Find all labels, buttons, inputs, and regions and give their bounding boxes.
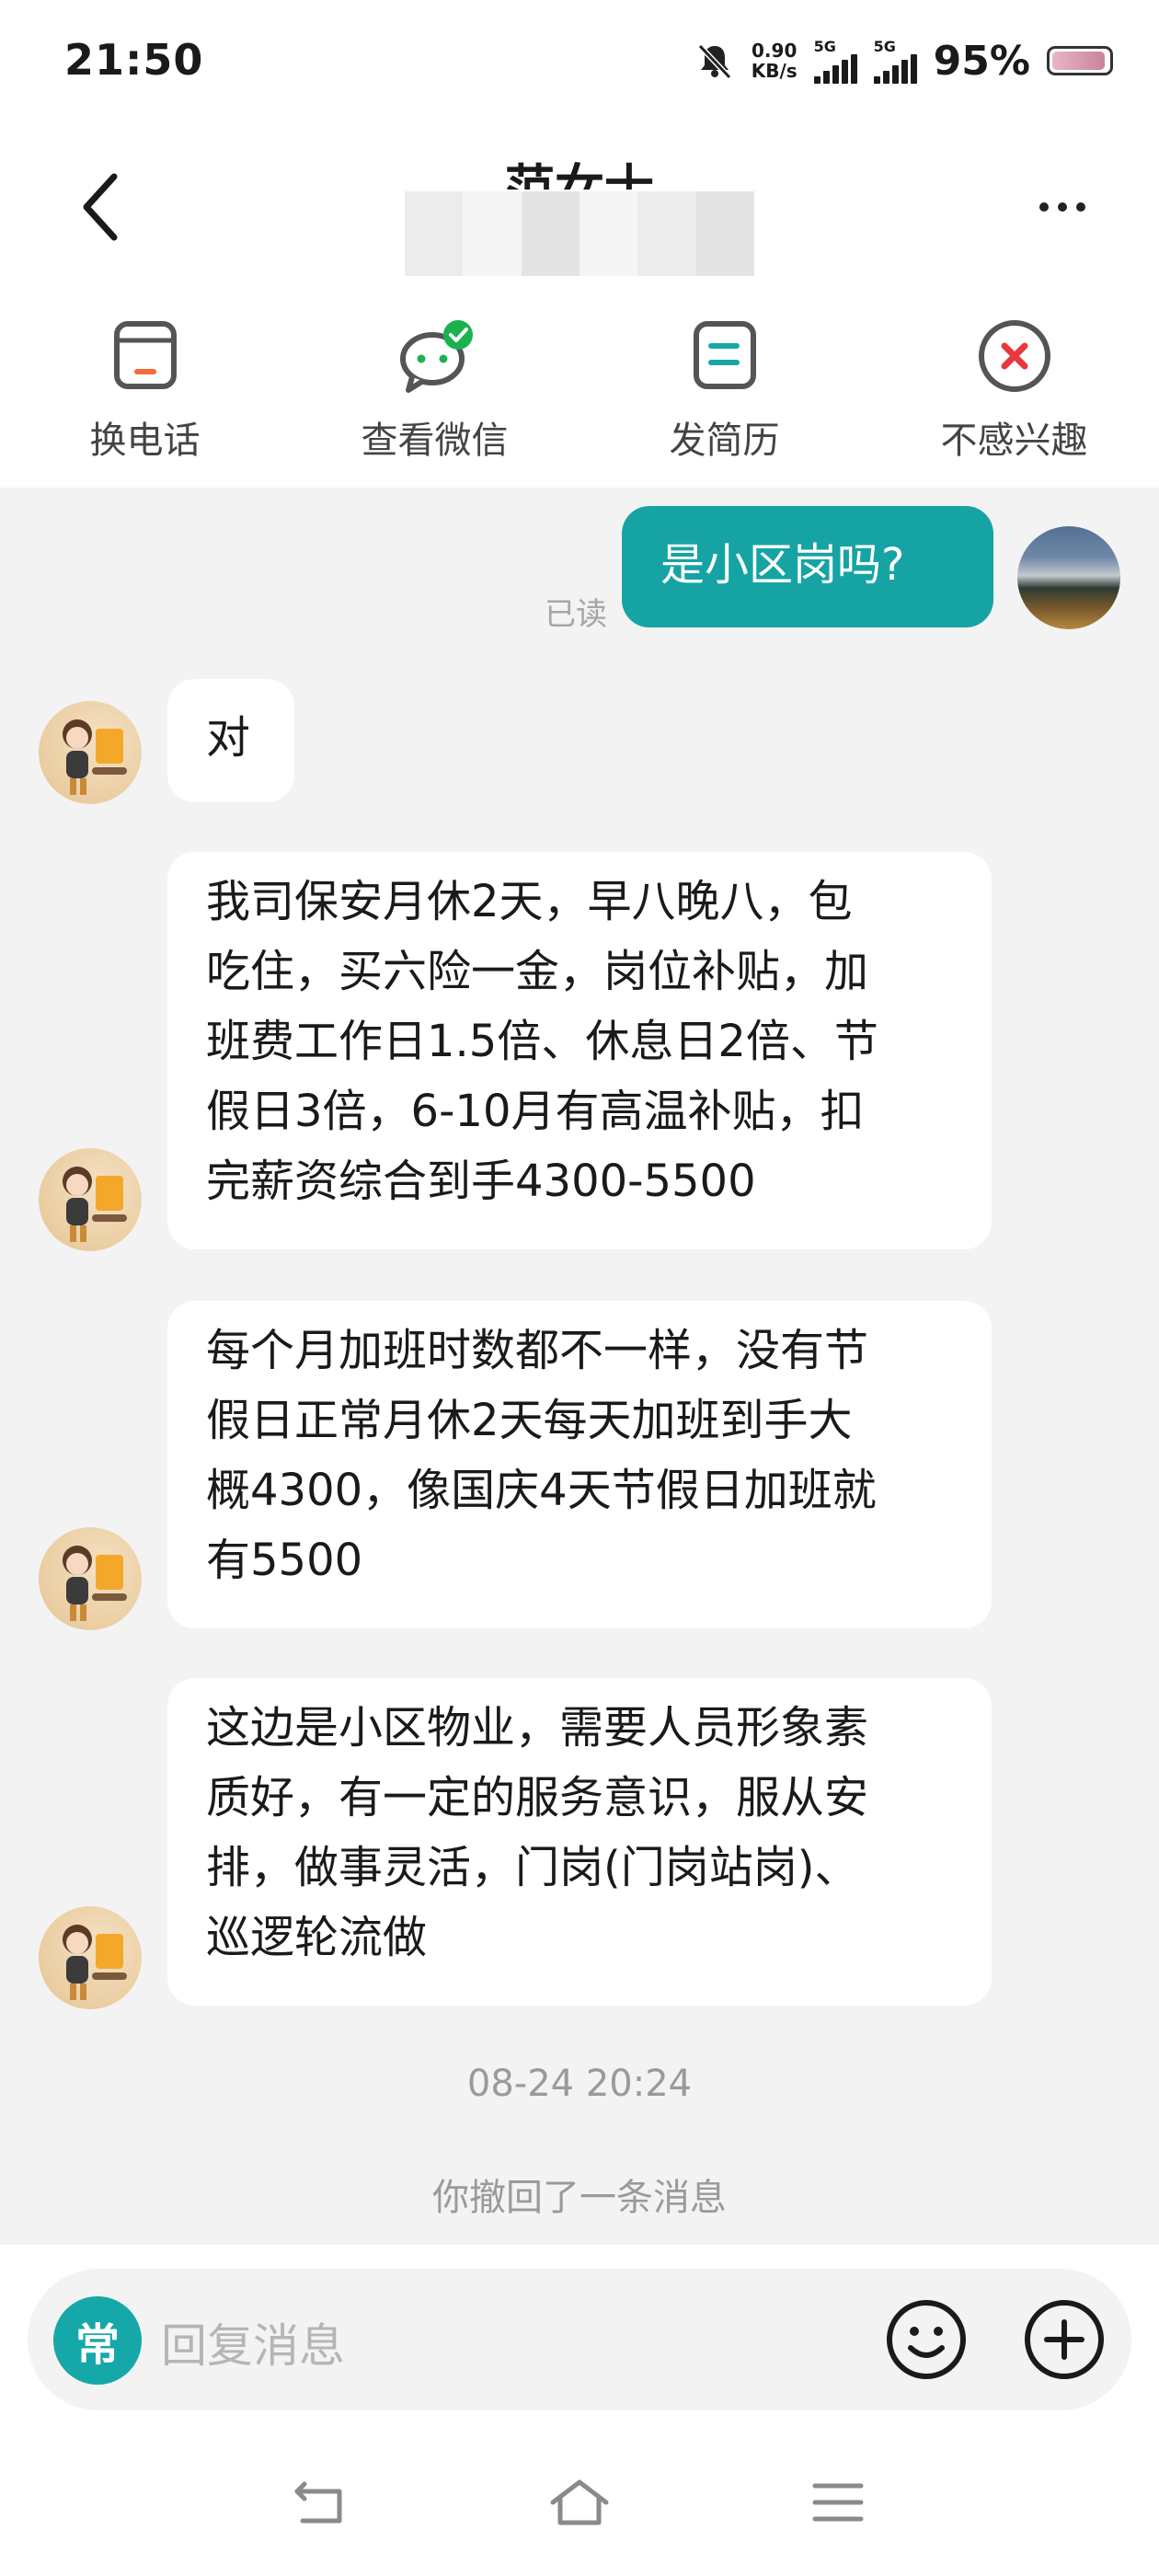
more-options-icon[interactable] [1039,193,1095,221]
read-status: 已读 [545,596,607,633]
nav-back-icon[interactable] [290,2475,354,2530]
contact-avatar[interactable] [39,1527,142,1630]
contact-avatar[interactable] [39,1906,142,2009]
phone-card-icon [113,321,177,389]
signal-5g-2-icon: 5G [873,38,917,84]
message-bubble-incoming[interactable]: 我司保安月休2天，早八晚八，包 吃住，买六险一金，岗位补贴，加 班费工作日1.5… [167,852,992,1249]
girl-avatar-icon [63,719,127,795]
signal-5g-1-icon: 5G [813,38,857,84]
contact-name: 范女士 [505,159,654,190]
system-nav-bar [0,2420,1159,2576]
status-time: 21:50 [64,35,204,85]
emoji-icon[interactable] [883,2296,970,2383]
nav-home-icon[interactable] [547,2475,612,2530]
girl-avatar-icon [63,1546,127,1621]
recall-notice: 你撤回了一条消息 [432,2177,727,2219]
chat-messages[interactable]: 已读 是小区岗吗? 对 我司保安月休2天，早八晚八，包 吃住，买六险一金，岗位补… [0,488,1159,2245]
message-bubble-incoming[interactable]: 对 [167,679,294,802]
reply-input-container: 常 回复消息 [28,2269,1131,2410]
add-icon[interactable] [1021,2296,1107,2383]
resume-icon [693,321,756,389]
nav-menu-icon[interactable] [806,2475,870,2530]
battery-icon [1047,46,1113,75]
network-speed: 0.90 KB/s [751,40,798,82]
contact-avatar[interactable] [39,701,142,804]
view-wechat-button[interactable]: 查看微信 [290,285,580,488]
not-interested-icon [978,320,1050,392]
message-bubble-incoming[interactable]: 这边是小区物业，需要人员形象素 质好，有一定的服务意识，服从安 排，做事灵活，门… [167,1678,992,2006]
mute-bell-icon [697,43,731,80]
pixelated-subtitle [405,191,754,276]
action-bar: 换电话 查看微信 发简历 不感兴趣 [0,285,1159,488]
input-bar: 常 回复消息 [0,2245,1159,2420]
chat-header: 范女士 [0,120,1159,285]
message-bubble-outgoing[interactable]: 是小区岗吗? [622,506,993,627]
girl-avatar-icon [63,1925,127,2000]
send-resume-button[interactable]: 发简历 [580,285,869,488]
wechat-icon [399,320,473,393]
contact-avatar[interactable] [39,1148,142,1251]
girl-avatar-icon [63,1167,127,1242]
message-timestamp: 08-24 20:24 [466,2063,693,2105]
quick-reply-button[interactable]: 常 [53,2296,142,2385]
status-icons: 0.90 KB/s 5G 5G 95% [694,33,1113,88]
not-interested-button[interactable]: 不感兴趣 [869,285,1159,488]
change-phone-button[interactable]: 换电话 [0,285,290,488]
reply-input[interactable]: 回复消息 [161,2309,345,2375]
battery-percent: 95% [933,37,1030,85]
message-bubble-incoming[interactable]: 每个月加班时数都不一样，没有节 假日正常月休2天每天加班到手大 概4300，像国… [167,1301,992,1628]
my-avatar[interactable] [1017,526,1120,629]
status-bar: 21:50 0.90 KB/s 5G 5G 95% [0,0,1159,120]
